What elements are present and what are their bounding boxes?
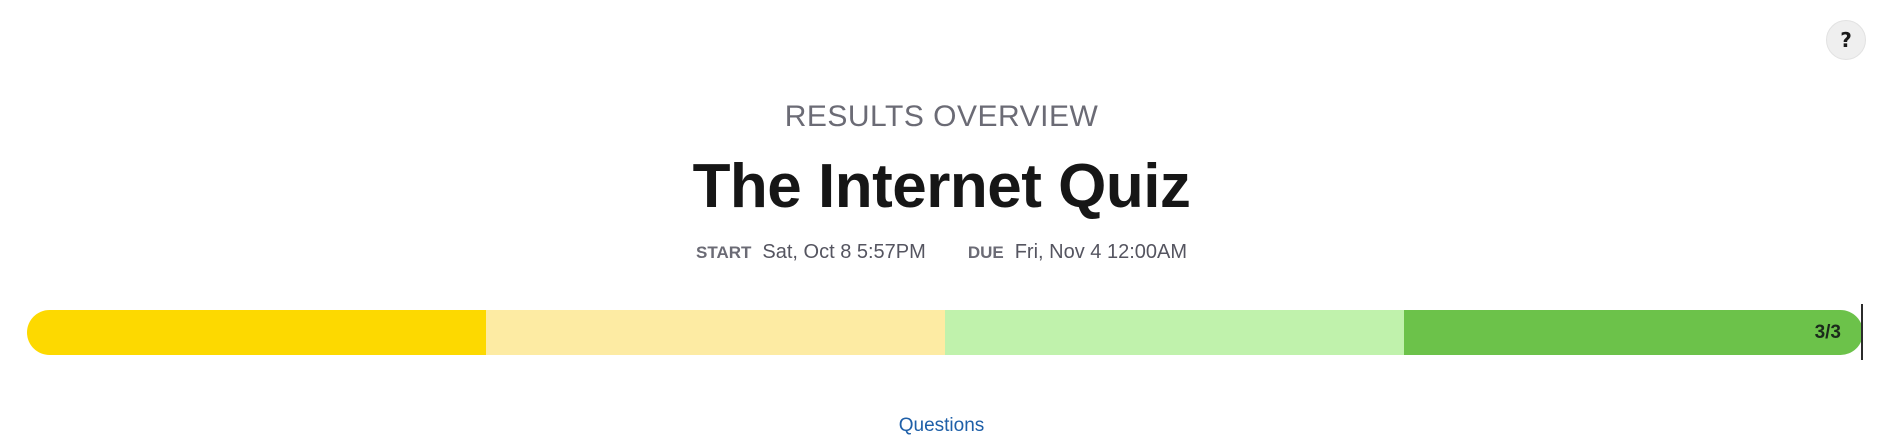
- due-date: DUE Fri, Nov 4 12:00AM: [968, 238, 1187, 267]
- progress-segment-3: [945, 310, 1404, 355]
- score-progress-bar: 3/3: [27, 310, 1863, 355]
- due-date-label: DUE: [967, 243, 1004, 262]
- questions-link[interactable]: Questions: [0, 412, 1883, 440]
- progress-segment-1: [27, 310, 486, 355]
- start-date-label: START: [695, 243, 752, 262]
- results-overview-page: ? RESULTS OVERVIEW The Internet Quiz STA…: [0, 0, 1883, 448]
- quiz-dates: START Sat, Oct 8 5:57PM DUE Fri, Nov 4 1…: [0, 238, 1883, 267]
- progress-end-marker: [1861, 304, 1863, 360]
- help-button[interactable]: ?: [1826, 20, 1866, 60]
- page-title: The Internet Quiz: [692, 152, 1191, 221]
- start-date-value: Sat, Oct 8 5:57PM: [762, 241, 926, 263]
- due-date-value: Fri, Nov 4 12:00AM: [1014, 241, 1188, 263]
- progress-segment-4: [1404, 310, 1863, 355]
- progress-segment-2: [486, 310, 945, 355]
- question-mark-icon: ?: [1840, 28, 1852, 52]
- start-date: START Sat, Oct 8 5:57PM: [696, 238, 926, 267]
- page-eyebrow: RESULTS OVERVIEW: [784, 100, 1099, 133]
- score-label: 3/3: [1814, 322, 1841, 343]
